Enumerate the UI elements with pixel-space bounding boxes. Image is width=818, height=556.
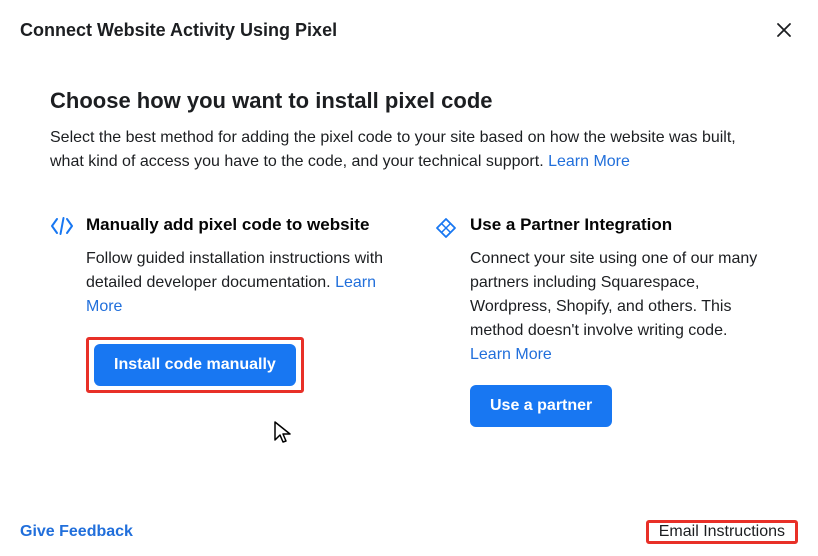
options-row: Manually add pixel code to website Follo… [50,214,768,427]
main-heading: Choose how you want to install pixel cod… [50,88,768,114]
close-button[interactable] [770,16,798,44]
option-manual-body: Manually add pixel code to website Follo… [86,214,384,393]
highlight-box-manual: Install code manually [86,337,304,393]
option-manual-title: Manually add pixel code to website [86,214,384,237]
option-partner-desc: Connect your site using one of our many … [470,247,768,367]
give-feedback-link[interactable]: Give Feedback [20,523,133,541]
dialog-content: Choose how you want to install pixel cod… [0,56,818,427]
dialog-title: Connect Website Activity Using Pixel [20,20,337,41]
close-icon [776,22,792,38]
learn-more-link-partner[interactable]: Learn More [470,346,552,363]
option-partner-title: Use a Partner Integration [470,214,768,237]
subtext-copy: Select the best method for adding the pi… [50,129,736,170]
option-manual: Manually add pixel code to website Follo… [50,214,384,427]
code-icon [50,216,74,240]
email-instructions-button[interactable]: Email Instructions [649,517,795,546]
use-a-partner-button[interactable]: Use a partner [470,385,612,427]
option-manual-desc: Follow guided installation instructions … [86,247,384,319]
dialog-header: Connect Website Activity Using Pixel [0,0,818,56]
main-subtext: Select the best method for adding the pi… [50,126,768,174]
dialog-footer: Give Feedback Email Instructions [0,520,818,544]
highlight-box-email: Email Instructions [646,520,798,544]
option-partner: Use a Partner Integration Connect your s… [434,214,768,427]
partner-icon [434,216,458,240]
learn-more-link[interactable]: Learn More [548,153,630,170]
install-code-manually-button[interactable]: Install code manually [94,344,296,386]
option-partner-body: Use a Partner Integration Connect your s… [470,214,768,427]
option-partner-desc-text: Connect your site using one of our many … [470,250,757,339]
